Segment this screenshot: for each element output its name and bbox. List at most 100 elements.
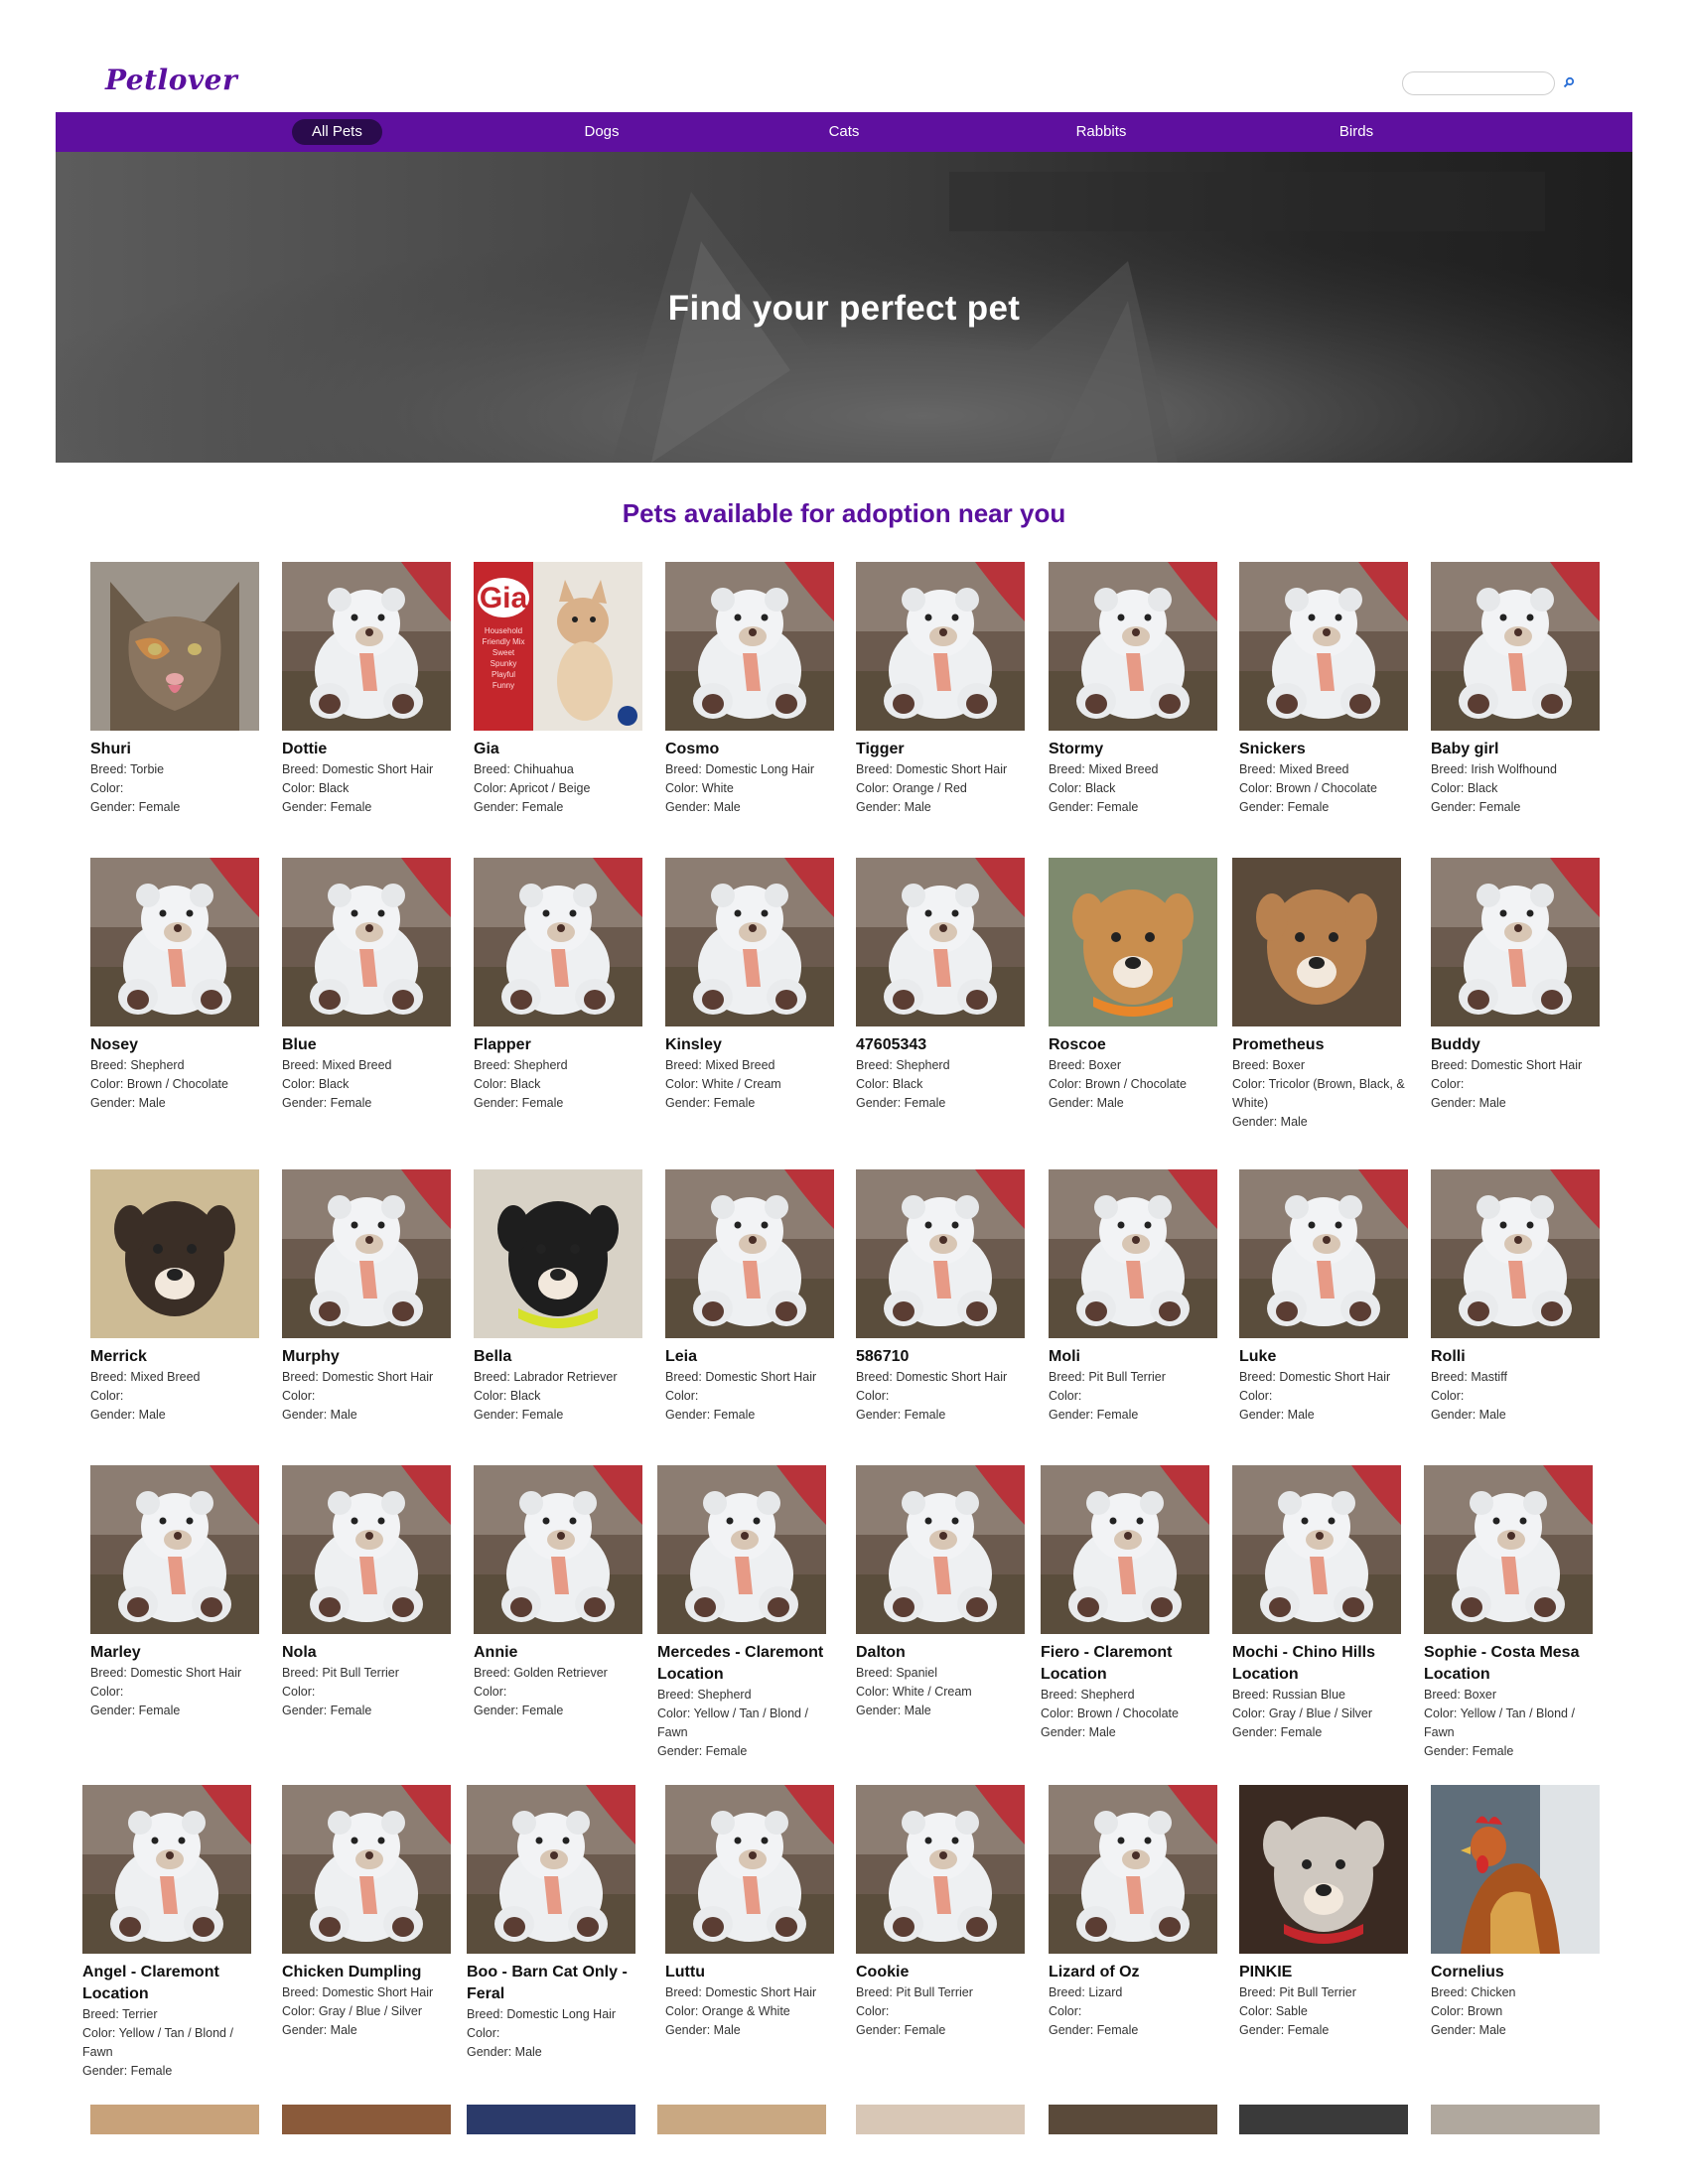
pet-name[interactable]: Leia: [665, 1346, 842, 1368]
pet-photo[interactable]: [1239, 1785, 1408, 1954]
pet-card[interactable]: Chicken Dumpling Breed: Domestic Short Ha…: [282, 1785, 459, 2040]
pet-card[interactable]: Baby girl Breed: Irish Wolfhound Color: Bl…: [1431, 562, 1608, 817]
pet-photo[interactable]: [1431, 1785, 1600, 1954]
pet-card[interactable]: Fiero - Claremont Location Breed: Shepher…: [1041, 1465, 1217, 1742]
pet-card[interactable]: Dottie Breed: Domestic Short Hair Color: B…: [282, 562, 459, 817]
pet-name[interactable]: PINKIE: [1239, 1962, 1416, 1983]
pet-photo[interactable]: [90, 1465, 259, 1634]
pet-card-partial[interactable]: [90, 2105, 267, 2134]
pet-photo[interactable]: [1431, 1169, 1600, 1338]
pet-card-partial[interactable]: [282, 2105, 459, 2134]
pet-card[interactable]: Bella Breed: Labrador Retriever Color: Bla…: [474, 1169, 650, 1425]
pet-name[interactable]: Shuri: [90, 739, 267, 760]
pet-photo[interactable]: [90, 562, 259, 731]
nav-cats[interactable]: Cats: [802, 119, 886, 145]
pet-photo[interactable]: [1049, 1169, 1217, 1338]
pet-card[interactable]: Gia Household Friendly Mix Sweet Spunky Playf…: [474, 562, 650, 817]
pet-name[interactable]: Cosmo: [665, 739, 842, 760]
nav-rabbits[interactable]: Rabbits: [1056, 119, 1146, 145]
pet-name[interactable]: Moli: [1049, 1346, 1225, 1368]
pet-photo[interactable]: [474, 858, 642, 1026]
pet-card[interactable]: Lizard of Oz Breed: Lizard Color: Gender: …: [1049, 1785, 1225, 2040]
pet-card-partial[interactable]: [1239, 2105, 1416, 2134]
pet-card[interactable]: Marley Breed: Domestic Short Hair Color: G…: [90, 1465, 267, 1720]
pet-name[interactable]: Annie: [474, 1642, 650, 1664]
pet-name[interactable]: Mercedes - Claremont Location: [657, 1642, 834, 1686]
pet-card-partial[interactable]: [1049, 2105, 1225, 2134]
pet-card-partial[interactable]: [657, 2105, 834, 2134]
pet-photo[interactable]: [1424, 1465, 1593, 1634]
logo[interactable]: Petlover: [105, 64, 237, 96]
pet-name[interactable]: Marley: [90, 1642, 267, 1664]
pet-name[interactable]: Dottie: [282, 739, 459, 760]
pet-card[interactable]: Sophie - Costa Mesa Location Breed: Boxer…: [1424, 1465, 1601, 1761]
pet-photo[interactable]: Gia Household Friendly Mix Sweet Spunky Playf…: [474, 562, 642, 731]
pet-photo[interactable]: [1239, 562, 1408, 731]
pet-name[interactable]: 47605343: [856, 1034, 1033, 1056]
pet-card[interactable]: Cookie Breed: Pit Bull Terrier Color: Gend…: [856, 1785, 1033, 2040]
pet-name[interactable]: Boo - Barn Cat Only - Feral: [467, 1962, 643, 2005]
pet-photo[interactable]: [282, 858, 451, 1026]
pet-card[interactable]: Nosey Breed: Shepherd Color: Brown / Choco…: [90, 858, 267, 1113]
pet-photo[interactable]: [82, 1785, 251, 1954]
pet-name[interactable]: Dalton: [856, 1642, 1033, 1664]
pet-card[interactable]: Leia Breed: Domestic Short Hair Color: Gen…: [665, 1169, 842, 1425]
pet-photo[interactable]: [474, 1169, 642, 1338]
pet-card[interactable]: Murphy Breed: Domestic Short Hair Color: G…: [282, 1169, 459, 1425]
nav-birds[interactable]: Birds: [1315, 119, 1398, 145]
pet-card[interactable]: Mercedes - Claremont Location Breed: Shep…: [657, 1465, 834, 1761]
pet-card[interactable]: Buddy Breed: Domestic Short Hair Color: Ge…: [1431, 858, 1608, 1113]
pet-card[interactable]: Stormy Breed: Mixed Breed Color: Black Gend…: [1049, 562, 1225, 817]
pet-card[interactable]: Annie Breed: Golden Retriever Color: Gende…: [474, 1465, 650, 1720]
pet-photo[interactable]: [1239, 1169, 1408, 1338]
pet-photo[interactable]: [1431, 858, 1600, 1026]
pet-card[interactable]: Rolli Breed: Mastiff Color: Gender: Male: [1431, 1169, 1608, 1425]
pet-name[interactable]: Snickers: [1239, 739, 1416, 760]
pet-card[interactable]: Blue Breed: Mixed Breed Color: Black Gender…: [282, 858, 459, 1113]
pet-photo[interactable]: [474, 1465, 642, 1634]
pet-name[interactable]: Gia: [474, 739, 650, 760]
nav-dogs[interactable]: Dogs: [560, 119, 643, 145]
pet-card[interactable]: Kinsley Breed: Mixed Breed Color: White / …: [665, 858, 842, 1113]
pet-photo[interactable]: [1049, 1785, 1217, 1954]
pet-card[interactable]: Angel - Claremont Location Breed: Terrier…: [82, 1785, 259, 2081]
pet-name[interactable]: Angel - Claremont Location: [82, 1962, 259, 2005]
search-input[interactable]: [1402, 71, 1555, 95]
pet-card[interactable]: Moli Breed: Pit Bull Terrier Color: Gender…: [1049, 1169, 1225, 1425]
pet-name[interactable]: Buddy: [1431, 1034, 1608, 1056]
pet-photo[interactable]: [657, 1465, 826, 1634]
pet-photo[interactable]: [665, 1169, 834, 1338]
pet-card[interactable]: Luttu Breed: Domestic Short Hair Color: Or…: [665, 1785, 842, 2040]
pet-name[interactable]: Chicken Dumpling: [282, 1962, 459, 1983]
search-button[interactable]: [1559, 72, 1579, 92]
pet-card[interactable]: Shuri Breed: Torbie Color: Gender: Female: [90, 562, 267, 817]
nav-all-pets[interactable]: All Pets: [292, 119, 382, 145]
pet-photo[interactable]: [282, 1169, 451, 1338]
pet-name[interactable]: Mochi - Chino Hills Location: [1232, 1642, 1409, 1686]
pet-photo[interactable]: [856, 1465, 1025, 1634]
pet-name[interactable]: Fiero - Claremont Location: [1041, 1642, 1217, 1686]
pet-name[interactable]: Luke: [1239, 1346, 1416, 1368]
pet-name[interactable]: Tigger: [856, 739, 1033, 760]
pet-name[interactable]: Bella: [474, 1346, 650, 1368]
pet-card[interactable]: Merrick Breed: Mixed Breed Color: Gender: …: [90, 1169, 267, 1425]
pet-name[interactable]: Nola: [282, 1642, 459, 1664]
pet-card[interactable]: Roscoe Breed: Boxer Color: Brown / Chocola…: [1049, 858, 1225, 1113]
pet-name[interactable]: Sophie - Costa Mesa Location: [1424, 1642, 1601, 1686]
pet-card[interactable]: Cosmo Breed: Domestic Long Hair Color: Whi…: [665, 562, 842, 817]
pet-photo[interactable]: [665, 562, 834, 731]
pet-name[interactable]: Kinsley: [665, 1034, 842, 1056]
pet-photo[interactable]: [90, 858, 259, 1026]
pet-photo[interactable]: [856, 1785, 1025, 1954]
pet-card[interactable]: Cornelius Breed: Chicken Color: Brown Gende…: [1431, 1785, 1608, 2040]
pet-card-partial[interactable]: [1431, 2105, 1608, 2134]
pet-name[interactable]: Flapper: [474, 1034, 650, 1056]
pet-photo[interactable]: [1431, 562, 1600, 731]
pet-photo[interactable]: [856, 562, 1025, 731]
pet-name[interactable]: Cookie: [856, 1962, 1033, 1983]
pet-card[interactable]: Mochi - Chino Hills Location Breed: Russi…: [1232, 1465, 1409, 1742]
pet-card[interactable]: PINKIE Breed: Pit Bull Terrier Color: Sabl…: [1239, 1785, 1416, 2040]
pet-card[interactable]: Flapper Breed: Shepherd Color: Black Gender…: [474, 858, 650, 1113]
pet-name[interactable]: 586710: [856, 1346, 1033, 1368]
pet-card[interactable]: Snickers Breed: Mixed Breed Color: Brown /…: [1239, 562, 1416, 817]
